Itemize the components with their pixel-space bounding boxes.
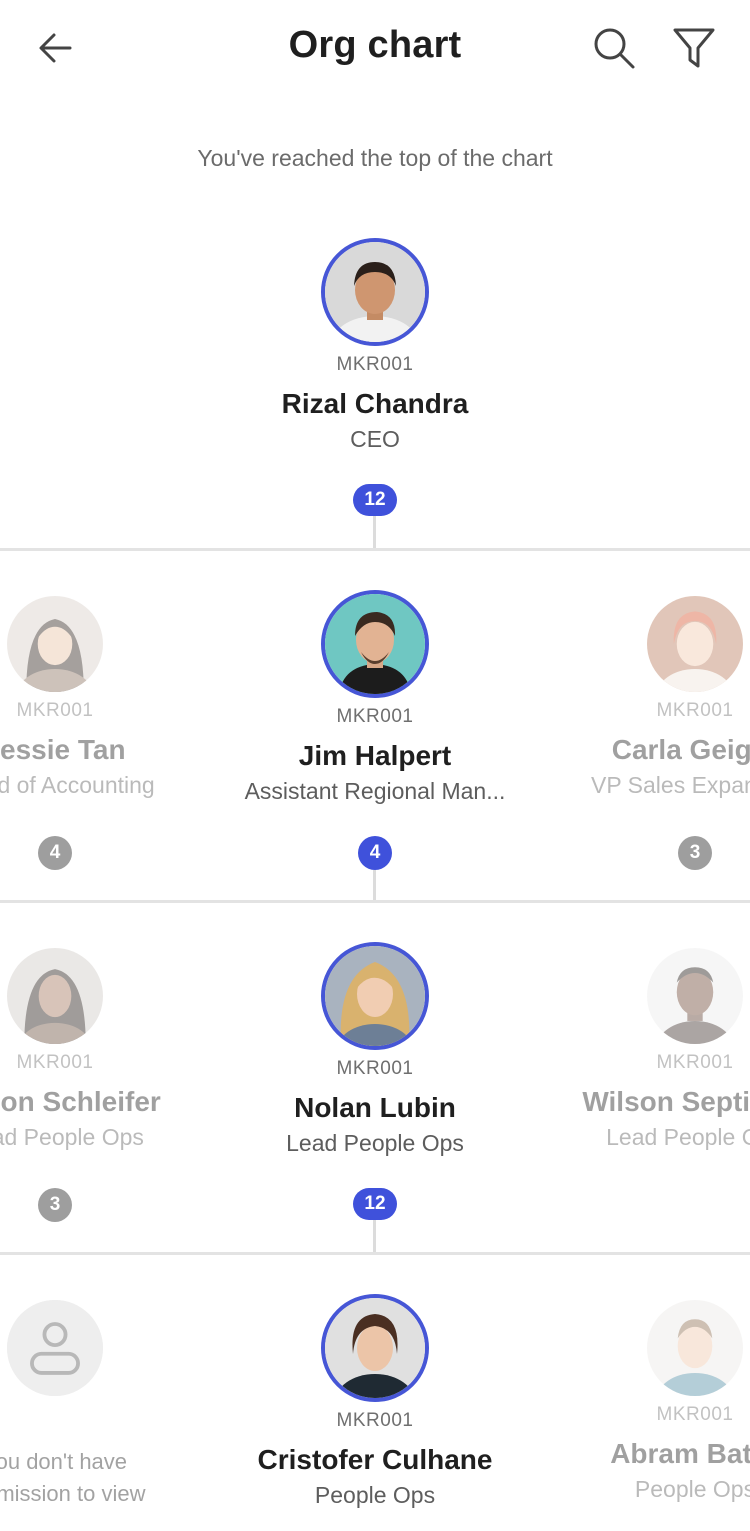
employee-name: Alison Schleifer — [0, 1086, 161, 1117]
employee-card-right[interactable]: MKR001 Wilson Septimus Lead People Ops — [525, 948, 750, 1151]
direct-reports-badge[interactable]: 12 — [353, 484, 397, 516]
employee-name: Cristofer Culhane — [257, 1444, 493, 1475]
connector-line — [373, 870, 376, 902]
employee-code: MKR001 — [16, 1052, 94, 1073]
avatar-placeholder — [7, 1300, 103, 1396]
employee-name: Abram Bator — [610, 1438, 750, 1469]
no-permission-line: You don't have — [0, 1449, 128, 1474]
employee-card-left[interactable]: MKR001 Jessie Tan Head of Accounting — [0, 596, 225, 799]
direct-reports-badge[interactable]: 4 — [358, 836, 392, 870]
employee-card-center[interactable]: MKR001 Nolan Lubin Lead People Ops — [205, 942, 545, 1157]
employee-card-center[interactable]: MKR001 Cristofer Culhane People Ops — [205, 1294, 545, 1509]
no-permission-line: permission to view — [0, 1481, 146, 1506]
employee-role: Lead People Ops — [0, 1124, 144, 1150]
employee-code: MKR001 — [656, 1052, 734, 1073]
employee-role: People Ops — [314, 1482, 436, 1508]
employee-name: Jim Halpert — [298, 740, 452, 771]
employee-name: Carla Geiger — [611, 734, 750, 765]
employee-card-center[interactable]: MKR001 Jim Halpert Assistant Regional Ma… — [205, 590, 545, 805]
employee-code: MKR001 — [336, 1410, 414, 1431]
avatar — [647, 596, 743, 692]
avatar — [321, 238, 429, 346]
employee-role: Head of Accounting — [0, 772, 155, 798]
employee-card-center[interactable]: MKR001 Rizal Chandra CEO — [205, 238, 545, 453]
employee-code: MKR001 — [656, 1404, 734, 1425]
avatar — [321, 942, 429, 1050]
no-permission-text: You don't have permission to view — [0, 1446, 225, 1510]
employee-name: Wilson Septimus — [582, 1086, 750, 1117]
search-icon — [594, 28, 635, 69]
avatar — [321, 1294, 429, 1402]
employee-code: MKR001 — [336, 354, 414, 375]
avatar — [647, 1300, 743, 1396]
employee-code: MKR001 — [336, 706, 414, 727]
level-divider — [0, 548, 750, 551]
level-divider — [0, 900, 750, 903]
level-divider — [0, 1252, 750, 1255]
restricted-employee-card: You don't have permission to view — [0, 1300, 225, 1510]
employee-card-left[interactable]: MKR001 Alison Schleifer Lead People Ops — [0, 948, 225, 1151]
employee-code: MKR001 — [16, 700, 94, 721]
connector-line — [373, 516, 376, 550]
avatar — [7, 948, 103, 1044]
employee-role: Assistant Regional Man... — [244, 778, 506, 804]
employee-role: VP Sales Expansion — [591, 772, 750, 798]
employee-name: Jessie Tan — [0, 734, 126, 765]
avatar — [7, 596, 103, 692]
employee-card-right[interactable]: MKR001 Carla Geiger VP Sales Expansion — [525, 596, 750, 799]
employee-role: CEO — [350, 426, 400, 452]
filter-button[interactable] — [666, 20, 722, 76]
top-of-chart-message: You've reached the top of the chart — [197, 145, 553, 171]
employee-name: Nolan Lubin — [294, 1092, 456, 1123]
avatar — [321, 590, 429, 698]
employee-card-right[interactable]: MKR001 Abram Bator People Ops — [525, 1300, 750, 1503]
search-button[interactable] — [586, 20, 642, 76]
connector-line — [373, 1220, 376, 1254]
direct-reports-badge[interactable]: 4 — [38, 836, 72, 870]
app-header: Org chart — [0, 0, 750, 100]
employee-role: People Ops — [634, 1476, 750, 1502]
filter-icon — [673, 28, 715, 68]
employee-name: Rizal Chandra — [281, 388, 469, 419]
direct-reports-badge[interactable]: 3 — [38, 1188, 72, 1222]
direct-reports-badge[interactable]: 3 — [678, 836, 712, 870]
user-icon — [7, 1300, 103, 1396]
employee-code: MKR001 — [656, 700, 734, 721]
employee-code: MKR001 — [336, 1058, 414, 1079]
avatar — [647, 948, 743, 1044]
employee-role: Lead People Ops — [286, 1130, 464, 1156]
employee-role: Lead People Ops — [606, 1124, 750, 1150]
direct-reports-badge[interactable]: 12 — [353, 1188, 397, 1220]
